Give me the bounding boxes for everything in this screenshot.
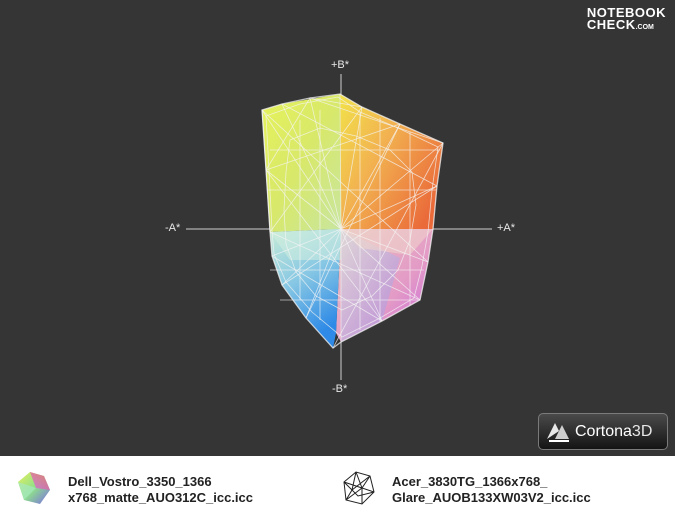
cortona-brand-text: Cortona <box>575 422 632 440</box>
axis-label-a-plus: +A* <box>497 222 516 234</box>
legend-label-dell-line-1: Dell_Vostro_3350_1366 <box>68 474 212 489</box>
legend-label-dell: Dell_Vostro_3350_1366 x768_matte_AUO312C… <box>68 474 253 506</box>
axis-label-b-minus: -B* <box>332 383 348 395</box>
logo-line-2: CHECK <box>586 17 636 32</box>
cortona-brand-suffix: 3D <box>631 422 653 440</box>
wireframe-gamut-icon <box>343 471 375 505</box>
axis-label-b-plus: +B* <box>331 59 350 71</box>
legend-item-acer: Acer_3830TG_1366x768_ Glare_AUOB133XW03V… <box>338 468 591 508</box>
legend: Dell_Vostro_3350_1366 x768_matte_AUO312C… <box>0 456 675 518</box>
solid-gamut-icon <box>18 472 50 504</box>
axis-label-a-minus: -A* <box>165 222 181 234</box>
cortona-brand: Cortona3D <box>575 423 652 441</box>
notebookcheck-logo: NOTEBOOK CHECK.COM <box>586 6 666 34</box>
legend-label-acer: Acer_3830TG_1366x768_ Glare_AUOB133XW03V… <box>392 474 591 506</box>
legend-label-acer-line-2: Glare_AUOB133XW03V2_icc.icc <box>392 490 591 505</box>
legend-label-dell-line-2: x768_matte_AUO312C_icc.icc <box>68 490 254 505</box>
cortona-logo-icon <box>547 422 569 442</box>
logo-line-3: .COM <box>635 24 654 31</box>
cortona3d-button[interactable]: Cortona3D <box>538 413 668 450</box>
gamut-3d-viewer[interactable]: +B* -B* -A* +A* NOTEBOOK CHECK.COM Corto… <box>0 0 675 456</box>
legend-label-acer-line-1: Acer_3830TG_1366x768_ <box>392 474 548 489</box>
legend-item-dell: Dell_Vostro_3350_1366 x768_matte_AUO312C… <box>14 468 253 508</box>
